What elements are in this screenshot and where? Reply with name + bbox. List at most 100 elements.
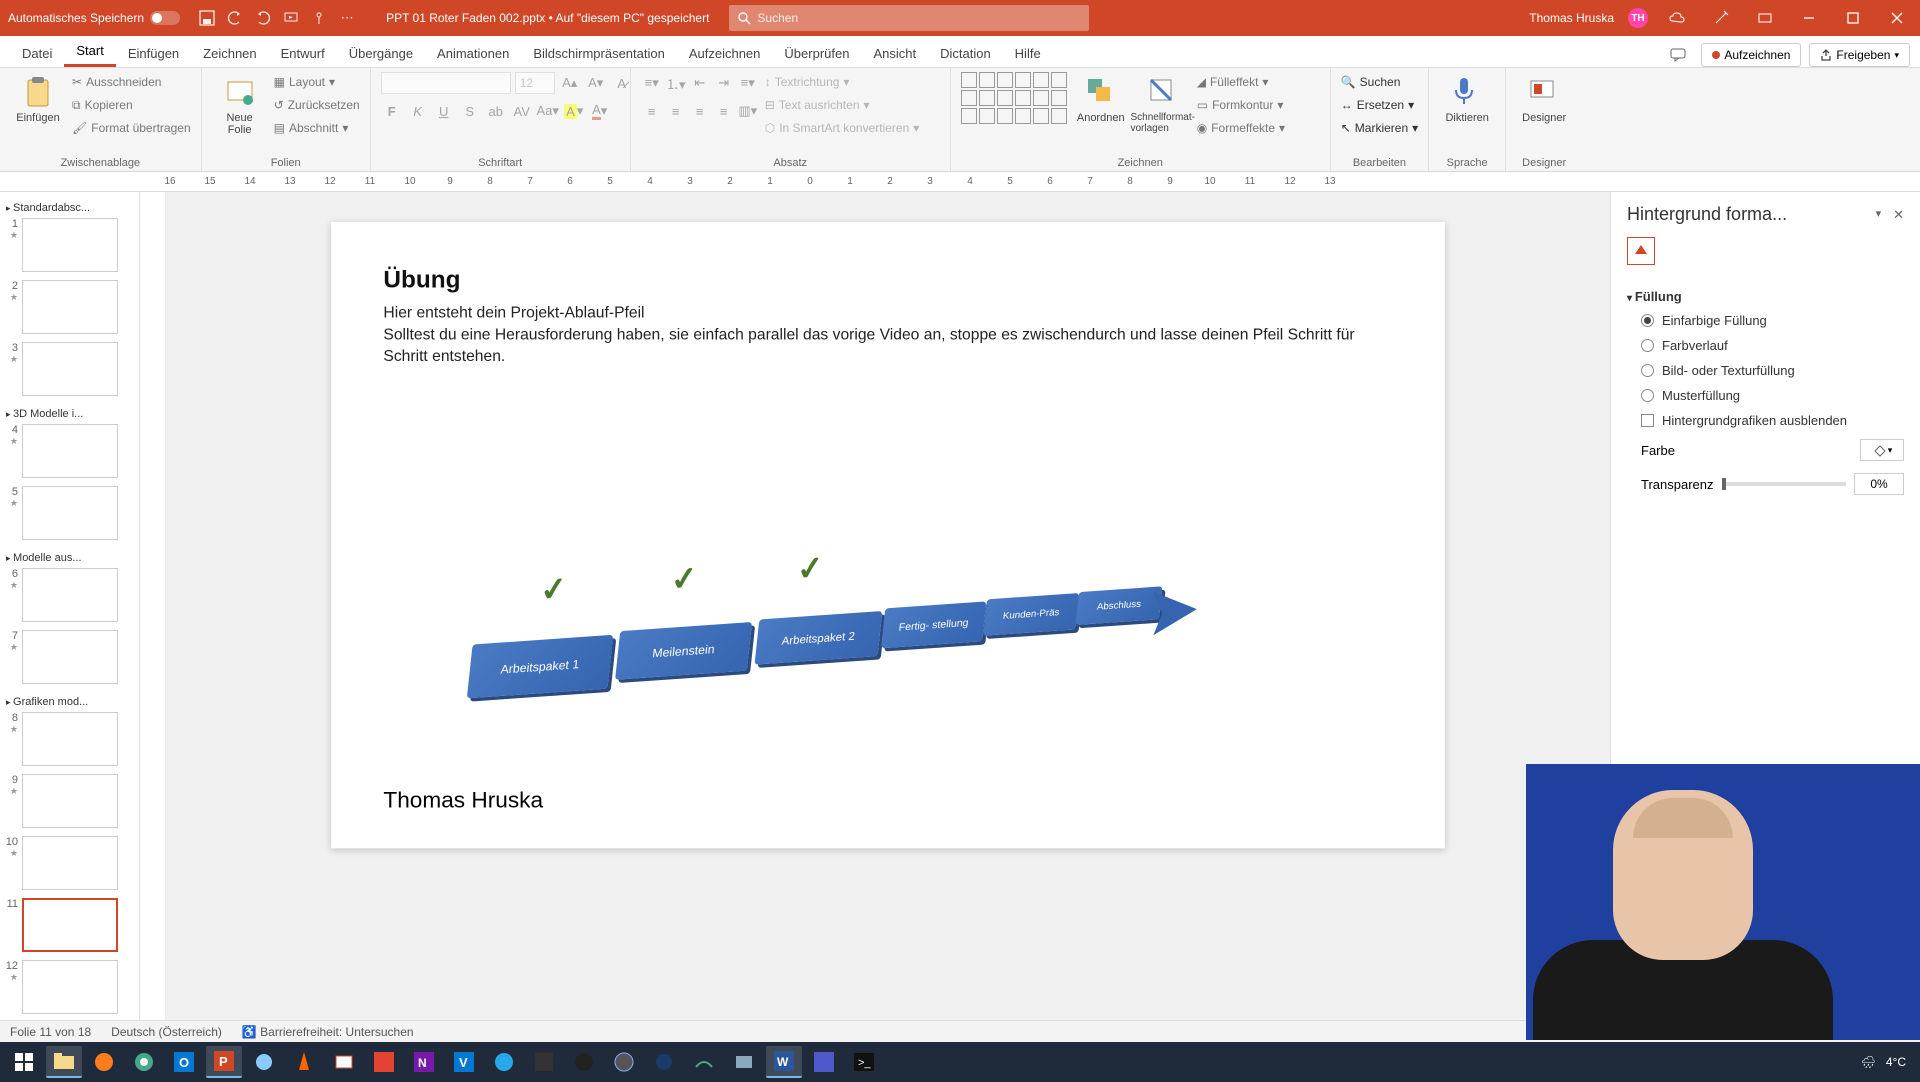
bullets-button[interactable]: ≡▾ xyxy=(641,72,663,94)
columns-button[interactable]: ▥▾ xyxy=(737,100,759,122)
paste-button[interactable]: Einfügen xyxy=(10,72,66,124)
ribbon-options-icon[interactable] xyxy=(1750,8,1780,28)
weather-icon[interactable]: 🌧 xyxy=(1861,1055,1876,1069)
accessibility-label[interactable]: ♿ Barrierefreiheit: Untersuchen xyxy=(242,1025,414,1039)
arrow-segment[interactable]: Arbeitspaket 2 xyxy=(754,611,882,665)
indent-button[interactable]: ⇥ xyxy=(713,72,735,94)
obs-icon[interactable] xyxy=(566,1046,602,1078)
start-button[interactable] xyxy=(6,1046,42,1078)
tab-dictation[interactable]: Dictation xyxy=(928,40,1003,67)
thumb-9[interactable] xyxy=(22,774,118,828)
section-header[interactable]: Modelle aus... xyxy=(4,548,135,568)
shapes-gallery[interactable] xyxy=(961,72,1067,124)
text-direction-button[interactable]: ↕Textrichtung ▾ xyxy=(765,72,920,92)
reset-button[interactable]: ↺Zurücksetzen xyxy=(274,95,360,115)
align-center-button[interactable]: ≡ xyxy=(665,100,687,122)
thumb-1[interactable] xyxy=(22,218,118,272)
spacing-button[interactable]: AV xyxy=(511,100,533,122)
slide-body-2[interactable]: Solltest du eine Herausforderung haben, … xyxy=(383,324,1392,368)
section-button[interactable]: ▤Abschnitt ▾ xyxy=(274,118,360,138)
font-name-input[interactable] xyxy=(381,72,511,94)
redo-icon[interactable] xyxy=(254,9,272,27)
search-input[interactable] xyxy=(757,11,1081,25)
snip-icon[interactable] xyxy=(326,1046,362,1078)
pane-close-icon[interactable]: ✕ xyxy=(1893,207,1904,223)
teams-icon[interactable] xyxy=(806,1046,842,1078)
record-button[interactable]: Aufzeichnen xyxy=(1701,43,1801,67)
draw-mode-icon[interactable] xyxy=(1706,8,1736,28)
arrow-segment[interactable]: Kunden-Präs xyxy=(983,593,1079,636)
thumb-5[interactable] xyxy=(22,486,118,540)
vlc-icon[interactable] xyxy=(286,1046,322,1078)
cut-button[interactable]: ✂Ausschneiden xyxy=(72,72,191,92)
justify-button[interactable]: ≡ xyxy=(713,100,735,122)
telegram-icon[interactable] xyxy=(486,1046,522,1078)
fill-tab-icon[interactable] xyxy=(1627,237,1655,265)
find-button[interactable]: 🔍Suchen xyxy=(1341,72,1418,92)
copy-button[interactable]: ⧉Kopieren xyxy=(72,95,191,115)
app-icon[interactable] xyxy=(526,1046,562,1078)
thumb-11[interactable] xyxy=(22,898,118,952)
select-button[interactable]: ↖Markieren ▾ xyxy=(1341,118,1418,138)
shadow-button[interactable]: ab xyxy=(485,100,507,122)
format-painter-button[interactable]: 🖌Format übertragen xyxy=(72,118,191,138)
outlook-icon[interactable]: O xyxy=(166,1046,202,1078)
tab-hilfe[interactable]: Hilfe xyxy=(1003,40,1053,67)
shape-fill-button[interactable]: ◢Fülleffekt ▾ xyxy=(1197,72,1285,92)
thumb-12[interactable] xyxy=(22,960,118,1014)
tab-zeichnen[interactable]: Zeichnen xyxy=(191,40,268,67)
touch-icon[interactable] xyxy=(310,9,328,27)
explorer-icon[interactable] xyxy=(46,1046,82,1078)
underline-button[interactable]: U xyxy=(433,100,455,122)
arrange-button[interactable]: Anordnen xyxy=(1073,72,1129,124)
thumb-7[interactable] xyxy=(22,630,118,684)
maximize-button[interactable] xyxy=(1838,8,1868,28)
user-avatar[interactable]: TH xyxy=(1628,8,1648,28)
color-picker-button[interactable]: ▾ xyxy=(1860,439,1904,461)
slide-author[interactable]: Thomas Hruska xyxy=(383,787,543,814)
undo-icon[interactable] xyxy=(226,9,244,27)
decrease-font-button[interactable]: A▾ xyxy=(585,72,607,94)
radio-solid-fill[interactable]: Einfarbige Füllung xyxy=(1627,308,1904,333)
slide-canvas[interactable]: Übung Hier entsteht dein Projekt-Ablauf-… xyxy=(166,192,1610,1020)
strike-button[interactable]: S xyxy=(459,100,481,122)
arrow-segment[interactable]: Meilenstein xyxy=(615,622,752,680)
bold-button[interactable]: F xyxy=(381,100,403,122)
slide-title[interactable]: Übung xyxy=(383,266,1392,294)
autosave-toggle[interactable]: Automatisches Speichern xyxy=(8,11,180,25)
case-button[interactable]: Aa▾ xyxy=(537,100,559,122)
arrow-segment[interactable]: Abschluss xyxy=(1075,586,1162,625)
layout-button[interactable]: ▦Layout ▾ xyxy=(274,72,360,92)
transparency-slider[interactable] xyxy=(1722,482,1847,486)
tab-ueberpruefen[interactable]: Überprüfen xyxy=(772,40,861,67)
qat-more-icon[interactable]: ⋯ xyxy=(338,9,356,27)
tab-einfuegen[interactable]: Einfügen xyxy=(116,40,191,67)
align-left-button[interactable]: ≡ xyxy=(641,100,663,122)
numbering-button[interactable]: ⒈▾ xyxy=(665,72,687,94)
thumb-4[interactable] xyxy=(22,424,118,478)
document-title[interactable]: PPT 01 Roter Faden 002.pptx • Auf "diese… xyxy=(386,11,709,25)
app-icon[interactable] xyxy=(246,1046,282,1078)
quickstyles-button[interactable]: Schnellformat- vorlagen xyxy=(1135,72,1191,134)
italic-button[interactable]: K xyxy=(407,100,429,122)
chrome-icon[interactable] xyxy=(126,1046,162,1078)
linespace-button[interactable]: ≡▾ xyxy=(737,72,759,94)
app-icon[interactable] xyxy=(686,1046,722,1078)
vscode-icon[interactable]: V xyxy=(446,1046,482,1078)
app-icon[interactable] xyxy=(646,1046,682,1078)
present-icon[interactable] xyxy=(282,9,300,27)
save-icon[interactable] xyxy=(198,9,216,27)
font-size-input[interactable] xyxy=(515,72,555,94)
cloud-icon[interactable] xyxy=(1662,8,1692,28)
radio-picture-fill[interactable]: Bild- oder Texturfüllung xyxy=(1627,358,1904,383)
todoist-icon[interactable] xyxy=(366,1046,402,1078)
firefox-icon[interactable] xyxy=(86,1046,122,1078)
section-header[interactable]: Grafiken mod... xyxy=(4,692,135,712)
powerpoint-icon[interactable]: P xyxy=(206,1046,242,1078)
tab-entwurf[interactable]: Entwurf xyxy=(269,40,337,67)
designer-button[interactable]: Designer xyxy=(1516,72,1572,124)
highlight-button[interactable]: A▾ xyxy=(563,100,585,122)
transparency-input[interactable] xyxy=(1854,473,1904,495)
search-box[interactable] xyxy=(729,5,1089,31)
tab-aufzeichnen[interactable]: Aufzeichnen xyxy=(677,40,773,67)
